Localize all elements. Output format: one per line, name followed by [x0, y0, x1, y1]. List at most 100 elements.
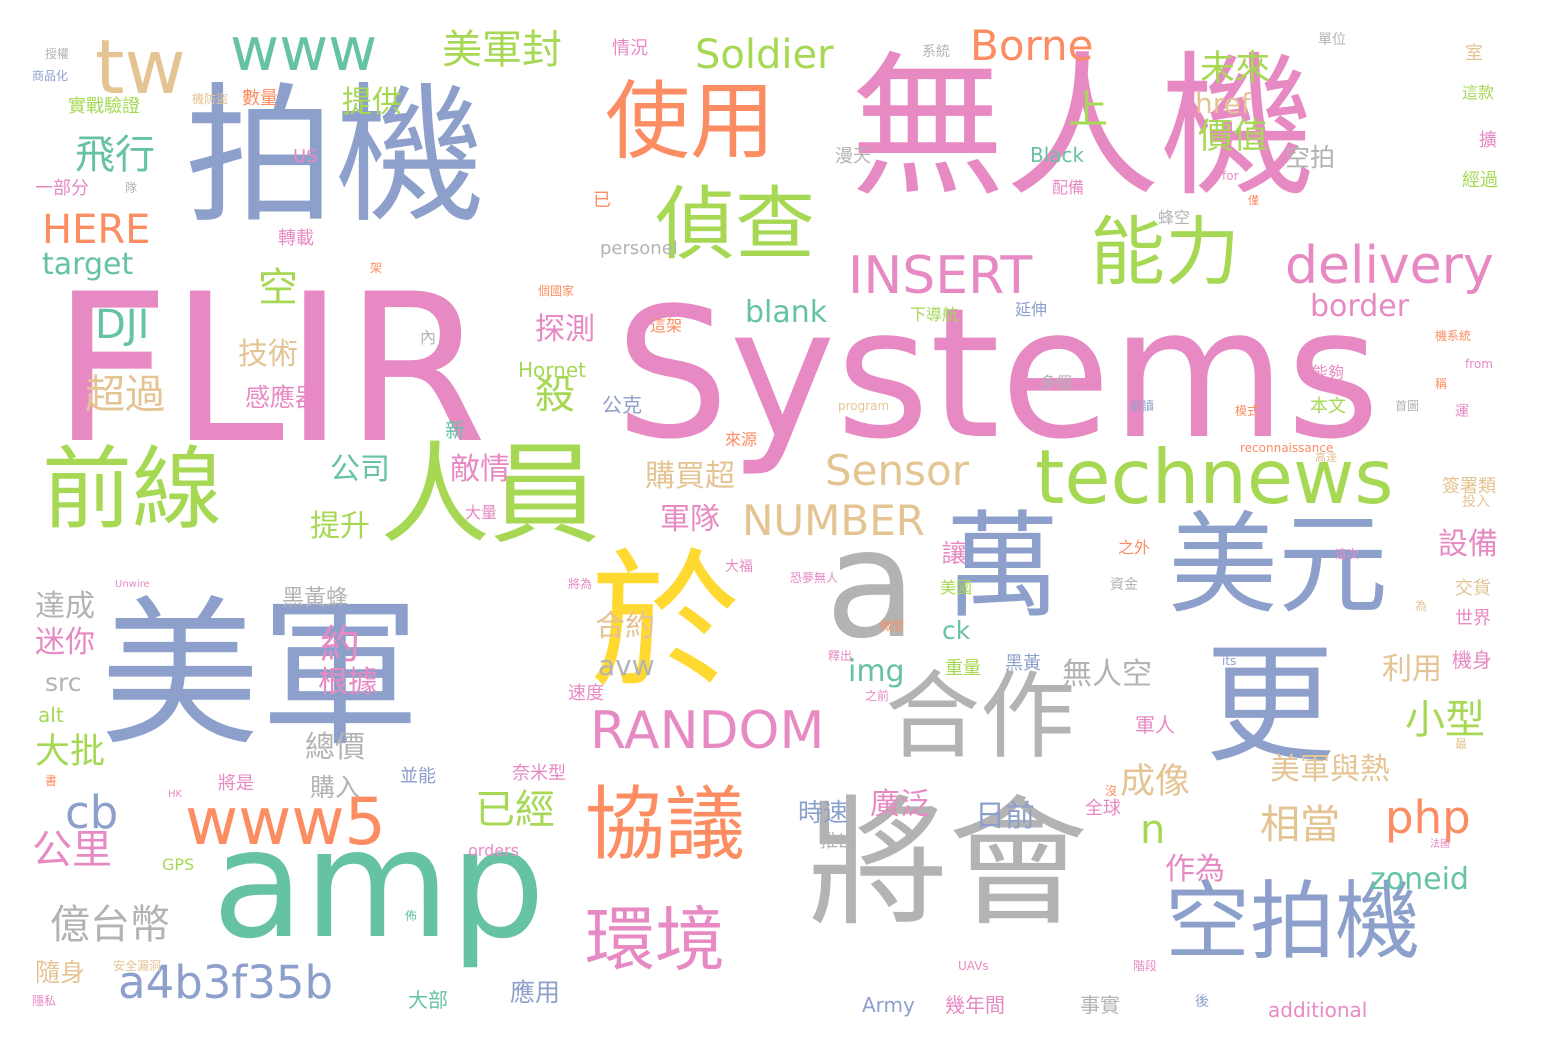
word-cloud-word: 大福: [725, 559, 753, 575]
word-cloud-word: 飛行: [75, 132, 155, 178]
word-cloud-word: 超過: [85, 372, 165, 418]
word-cloud-word: 機身: [1452, 648, 1492, 672]
word-cloud-word: ck: [942, 616, 971, 645]
word-cloud-word: Sensor: [825, 446, 969, 495]
word-cloud-word: DJI: [95, 302, 150, 348]
word-cloud-word: 之外: [1118, 538, 1151, 557]
word-cloud-word: Hornet: [518, 358, 586, 382]
word-cloud-word: 將為: [568, 577, 593, 591]
word-cloud-word: US: [293, 146, 318, 167]
word-cloud-word: 後: [1195, 994, 1209, 1010]
word-cloud-word: 萬: [945, 500, 1061, 634]
word-cloud-word: 軍人: [1135, 713, 1175, 737]
word-cloud-word: 大量: [465, 503, 498, 522]
word-cloud-word: 新: [445, 418, 465, 442]
word-cloud-word: 單位: [1318, 32, 1346, 48]
word-cloud-word: 迷你: [35, 625, 95, 660]
word-cloud-word: 這款: [1462, 83, 1495, 102]
word-cloud-word: 法國: [1430, 839, 1450, 850]
word-cloud-word: 感應器: [245, 383, 321, 412]
word-cloud-word: Unwire: [115, 579, 150, 590]
word-cloud-word: 沒: [1105, 784, 1118, 798]
word-cloud-word: for: [1222, 169, 1239, 183]
word-cloud-word: n: [1140, 807, 1166, 853]
word-cloud-word: orders: [468, 841, 519, 860]
word-cloud-word: 之前: [865, 689, 890, 703]
word-cloud-word: 釋出: [828, 649, 853, 663]
word-cloud-word: 這次: [1335, 547, 1360, 561]
word-cloud-word: 上: [1068, 87, 1108, 133]
word-cloud-word: GPS: [162, 855, 195, 874]
word-cloud-word: border: [1310, 289, 1410, 324]
word-cloud-word: 實戰驗證: [68, 96, 140, 117]
word-cloud-word: 無人空: [1062, 657, 1152, 692]
word-cloud-word: NUMBER: [742, 496, 925, 545]
word-cloud-word: 模式: [1235, 404, 1260, 418]
word-cloud-word: UAVs: [958, 959, 989, 973]
word-cloud-word: 億台幣: [50, 902, 170, 948]
word-cloud-word: 能夠: [1312, 363, 1345, 382]
word-cloud-word: 美元: [1168, 501, 1388, 629]
word-cloud-word: avw: [598, 649, 655, 682]
word-cloud-word: 拍機: [185, 70, 486, 244]
word-cloud-word: 日前: [975, 799, 1035, 834]
word-cloud-word: 總價: [305, 730, 365, 765]
word-cloud-word: its: [1222, 654, 1237, 668]
word-cloud-word: 稱: [1435, 377, 1448, 391]
word-cloud-word: 微型: [880, 619, 905, 633]
word-cloud-word: additional: [1268, 998, 1368, 1022]
word-cloud-word: target: [42, 247, 134, 282]
word-cloud-word: 合約: [595, 609, 655, 644]
word-cloud-word: 作為: [1165, 852, 1225, 887]
word-cloud-word: 軍隊: [660, 502, 720, 537]
word-cloud-word: 已經: [475, 787, 555, 833]
word-cloud-word: 價值: [1198, 117, 1269, 157]
word-cloud-word: 室: [1465, 43, 1483, 64]
word-cloud-word: 協議: [585, 778, 745, 871]
word-cloud-word: 系統: [922, 44, 950, 60]
word-cloud-word: 情況: [612, 38, 648, 59]
word-cloud-word: RANDOM: [590, 701, 825, 761]
word-cloud-word: 一部分: [35, 178, 89, 199]
word-cloud-word: 授權: [45, 47, 70, 61]
word-cloud-word: 達成: [35, 589, 95, 624]
word-cloud-word: 投入: [1462, 494, 1490, 510]
word-cloud-word: 多個: [1040, 373, 1073, 392]
word-cloud-word: program: [838, 399, 890, 413]
word-cloud-word: 敵情: [450, 452, 510, 487]
word-cloud-word: 下導航: [910, 305, 959, 324]
word-cloud-word: 為: [1415, 599, 1428, 613]
word-cloud-word: zoneid: [1370, 862, 1469, 897]
word-cloud-word: blank: [745, 295, 828, 330]
word-cloud-word: 僅: [1248, 194, 1259, 207]
word-cloud-word: 這架: [650, 316, 683, 335]
word-cloud-word: 個國家: [538, 284, 575, 298]
word-cloud-word: 大批: [35, 732, 106, 772]
word-cloud-word: 已: [593, 190, 611, 211]
word-cloud-word: HK: [168, 789, 183, 800]
word-cloud-word: technews: [1035, 433, 1394, 521]
word-cloud-word: 配備: [1052, 178, 1085, 197]
word-cloud-word: delivery: [1285, 236, 1494, 296]
word-cloud-word: Borne: [970, 21, 1094, 70]
word-cloud-word: tw: [95, 23, 186, 111]
word-cloud-word: 延伸: [1015, 300, 1048, 319]
word-cloud-word: img: [848, 654, 905, 689]
word-cloud-word: 偵查: [655, 178, 815, 271]
word-cloud-word: 合作: [885, 662, 1076, 772]
word-cloud-word: 前讀: [1130, 399, 1155, 413]
word-cloud-word: 探測: [535, 312, 595, 347]
word-cloud-word: 環境: [585, 899, 725, 981]
word-cloud-word: 小型: [1405, 697, 1485, 743]
word-cloud-word: 使用: [605, 73, 776, 172]
word-cloud-word: 交貨: [1455, 578, 1491, 599]
word-cloud-word: 本文: [1310, 396, 1346, 417]
word-cloud-word: 書: [45, 774, 58, 788]
word-cloud-word: Army: [862, 993, 915, 1017]
word-cloud-word: 約: [320, 622, 360, 668]
word-cloud-word: 世界: [1455, 608, 1491, 629]
word-cloud-word: Soldier: [695, 32, 834, 78]
word-cloud-word: 並能: [400, 766, 436, 787]
word-cloud-word: 內: [420, 328, 437, 347]
word-cloud-word: 未來: [1200, 49, 1271, 89]
